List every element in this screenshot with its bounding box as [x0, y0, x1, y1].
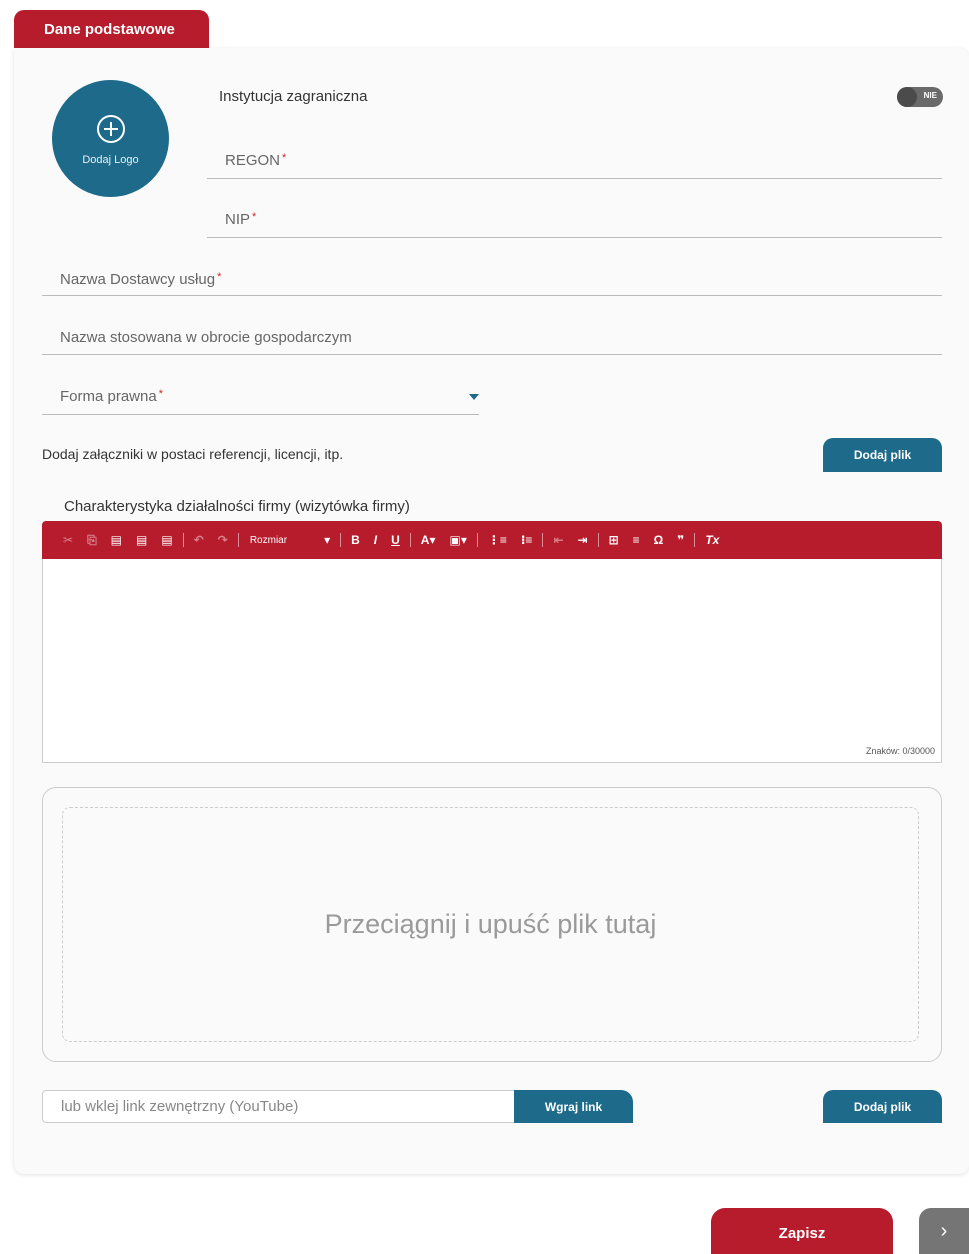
required-mark: *: [282, 152, 287, 164]
add-file-button[interactable]: Dodaj plik: [823, 1090, 942, 1123]
upload-link-button[interactable]: Wgraj link: [514, 1090, 633, 1123]
toggle-knob: [897, 87, 917, 107]
dropzone-area[interactable]: Przeciągnij i upuść plik tutaj: [62, 807, 919, 1042]
required-mark: *: [158, 388, 163, 400]
file-dropzone[interactable]: Przeciągnij i upuść plik tutaj: [42, 787, 942, 1062]
dropzone-text: Przeciągnij i upuść plik tutaj: [324, 909, 657, 939]
provider-name-underline: [42, 295, 942, 296]
undo-icon[interactable]: ↶: [187, 533, 211, 547]
regon-placeholder: REGON: [225, 152, 281, 169]
char-count: Znaków: 0/30000: [865, 746, 935, 756]
trade-name-field[interactable]: Nazwa stosowana w obrocie gospodarczym: [60, 329, 352, 346]
toggle-value: NIE: [923, 91, 937, 100]
chevron-down-icon[interactable]: [469, 394, 479, 400]
indent-icon[interactable]: ⇥: [571, 533, 595, 547]
paste-text-icon[interactable]: ▤: [129, 533, 154, 547]
provider-name-field[interactable]: Nazwa Dostawcy usług *: [60, 271, 221, 288]
foreign-institution-label: Instytucja zagraniczna: [219, 88, 368, 105]
legal-form-select[interactable]: Forma prawna *: [60, 388, 163, 405]
toolbar-separator: [597, 533, 599, 547]
bullet-list-icon[interactable]: ⁝≡: [514, 533, 540, 547]
underline-icon[interactable]: U: [384, 533, 407, 547]
special-char-icon[interactable]: Ω: [647, 533, 671, 547]
provider-name-placeholder: Nazwa Dostawcy usług: [60, 271, 216, 288]
toolbar-separator: [409, 533, 411, 547]
outdent-icon[interactable]: ⇤: [546, 533, 570, 547]
font-size-arrow-icon[interactable]: ▾: [317, 533, 337, 547]
paste-icon[interactable]: ▤: [104, 533, 129, 547]
cut-icon[interactable]: ✂: [56, 533, 80, 547]
chevron-right-icon: ›: [940, 1220, 948, 1242]
next-button[interactable]: ›: [919, 1208, 969, 1254]
toolbar-separator: [340, 533, 342, 547]
trade-name-placeholder: Nazwa stosowana w obrocie gospodarczym: [60, 329, 352, 346]
regon-underline: [207, 178, 942, 179]
text-color-icon[interactable]: A▾: [414, 533, 443, 547]
background-color-icon[interactable]: ▣▾: [442, 533, 473, 547]
nip-placeholder: NIP: [225, 211, 251, 228]
font-size-select[interactable]: Rozmiar: [242, 535, 317, 546]
legal-form-placeholder: Forma prawna: [60, 388, 157, 405]
bold-icon[interactable]: B: [344, 533, 367, 547]
required-mark: *: [217, 271, 222, 283]
legal-form-underline: [42, 414, 479, 415]
foreign-institution-toggle[interactable]: NIE: [897, 87, 943, 107]
attachments-label: Dodaj załączniki w postaci referencji, l…: [42, 446, 344, 462]
editor-label: Charakterystyka działalności firmy (wizy…: [64, 498, 410, 515]
editor-toolbar: ✂ ⎘ ▤ ▤ ▤ ↶ ↷ Rozmiar ▾ B I U A▾ ▣▾ ⋮≡ ⁝…: [42, 521, 942, 559]
toolbar-separator: [694, 533, 696, 547]
italic-icon[interactable]: I: [367, 533, 384, 547]
add-logo-label: Dodaj Logo: [82, 154, 139, 166]
toolbar-separator: [542, 533, 544, 547]
required-mark: *: [252, 211, 257, 223]
redo-icon[interactable]: ↷: [211, 533, 235, 547]
paste-word-icon[interactable]: ▤: [154, 533, 179, 547]
nip-underline: [207, 237, 942, 238]
regon-field[interactable]: REGON *: [225, 152, 286, 169]
plus-circle-icon: [96, 115, 125, 143]
table-icon[interactable]: ⊞: [602, 533, 626, 547]
editor-text-area[interactable]: Znaków: 0/30000: [42, 559, 942, 763]
ordered-list-icon[interactable]: ⋮≡: [481, 533, 514, 547]
blockquote-icon[interactable]: ❞: [670, 533, 691, 547]
toolbar-separator: [237, 533, 239, 547]
add-attachment-button[interactable]: Dodaj plik: [823, 438, 942, 472]
copy-icon[interactable]: ⎘: [80, 533, 104, 548]
external-link-input[interactable]: lub wklej link zewnętrzny (YouTube): [42, 1090, 514, 1123]
nip-field[interactable]: NIP *: [225, 211, 256, 228]
toolbar-separator: [182, 533, 184, 547]
add-logo-button[interactable]: Dodaj Logo: [52, 80, 169, 197]
toolbar-separator: [476, 533, 478, 547]
horizontal-rule-icon[interactable]: ≡: [626, 533, 647, 547]
tab-dane-podstawowe[interactable]: Dane podstawowe: [14, 10, 209, 52]
save-button[interactable]: Zapisz: [711, 1208, 893, 1254]
trade-name-underline: [42, 354, 942, 355]
remove-format-icon[interactable]: Tx: [698, 533, 726, 547]
